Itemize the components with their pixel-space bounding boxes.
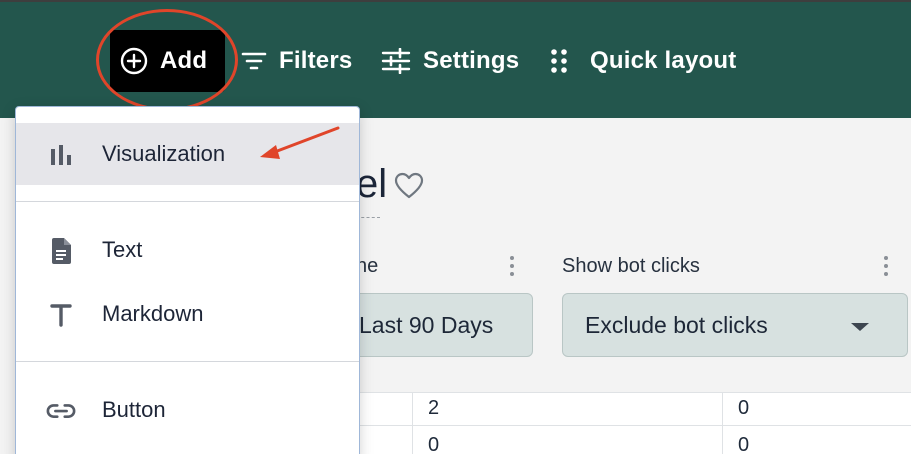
table-cell: 0 bbox=[738, 397, 750, 419]
data-table bbox=[360, 392, 911, 454]
menu-divider bbox=[16, 201, 359, 202]
filter-date-select[interactable]: Last 90 Days bbox=[340, 293, 533, 357]
dashboard-title: el bbox=[356, 162, 388, 206]
topbar-border bbox=[0, 0, 911, 2]
favorite-heart-icon[interactable] bbox=[394, 172, 424, 205]
menu-item-text[interactable]: Text bbox=[16, 219, 359, 281]
menu-item-label: Visualization bbox=[102, 141, 226, 166]
table-row-divider bbox=[360, 425, 911, 426]
filter-date-value: Last 90 Days bbox=[359, 311, 494, 338]
quick-layout-button[interactable]: Quick layout bbox=[550, 36, 736, 86]
bar-chart-icon bbox=[46, 141, 76, 169]
table-cell: 0 bbox=[738, 434, 750, 454]
filter-bot-clicks-value: Exclude bot clicks bbox=[585, 311, 768, 338]
menu-item-label: Button bbox=[102, 397, 166, 422]
add-dropdown-menu: Visualization Text Markdown Button bbox=[15, 106, 360, 454]
settings-button-label: Settings bbox=[423, 47, 520, 74]
chevron-down-icon bbox=[851, 323, 869, 331]
filter-bot-clicks-select[interactable]: Exclude bot clicks bbox=[562, 293, 908, 357]
filter-lines-icon bbox=[241, 50, 267, 72]
add-button-label: Add bbox=[160, 47, 208, 74]
filter-bot-clicks-label: Show bot clicks bbox=[562, 255, 700, 277]
add-button[interactable]: Add bbox=[110, 30, 225, 92]
filters-button[interactable]: Filters bbox=[241, 36, 352, 86]
settings-button[interactable]: Settings bbox=[381, 36, 519, 86]
menu-divider bbox=[16, 361, 359, 362]
table-cell: 2 bbox=[428, 397, 440, 419]
table-cell: 0 bbox=[428, 434, 440, 454]
menu-item-button[interactable]: Button bbox=[16, 379, 359, 441]
document-icon bbox=[46, 237, 76, 265]
letter-t-icon bbox=[46, 301, 76, 329]
sliders-icon bbox=[381, 48, 411, 74]
menu-item-label: Text bbox=[102, 237, 143, 262]
menu-item-markdown[interactable]: Markdown bbox=[16, 283, 359, 345]
menu-item-label: Markdown bbox=[102, 301, 204, 326]
top-toolbar: Add Filters Settings Quick layout bbox=[0, 0, 911, 118]
filter-date-more-icon[interactable] bbox=[509, 256, 515, 280]
quick-layout-button-label: Quick layout bbox=[590, 47, 737, 74]
link-icon bbox=[46, 397, 76, 425]
filter-bot-clicks-more-icon[interactable] bbox=[883, 256, 889, 280]
drag-dots-icon bbox=[550, 48, 568, 74]
menu-item-visualization[interactable]: Visualization bbox=[16, 123, 359, 185]
add-circle-icon bbox=[120, 47, 148, 75]
table-column-divider bbox=[412, 392, 413, 454]
table-column-divider bbox=[722, 392, 723, 454]
filters-button-label: Filters bbox=[279, 47, 353, 74]
